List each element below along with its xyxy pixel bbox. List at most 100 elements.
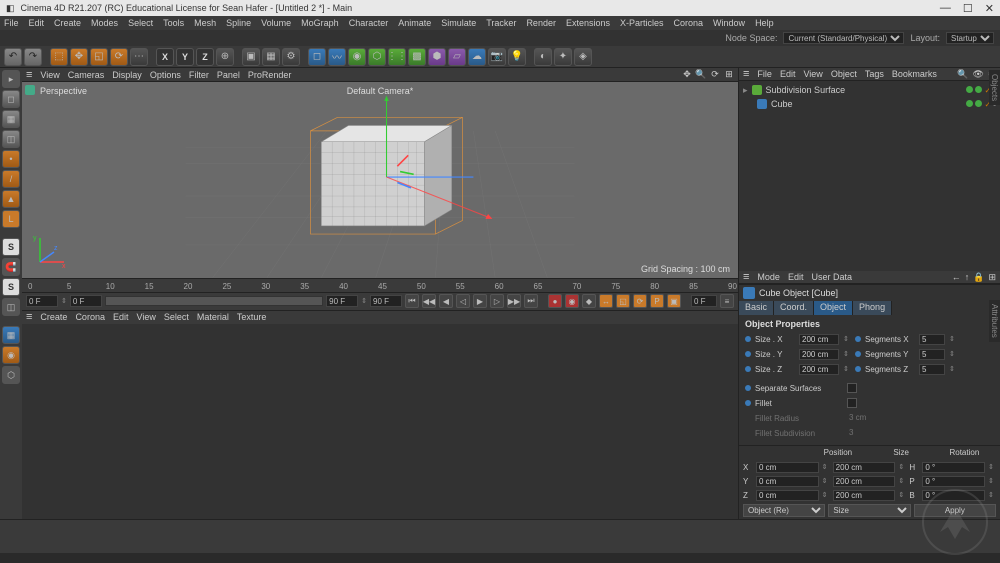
cube-primitive-button[interactable]: ◻ [308,48,326,66]
coord-rot-P[interactable] [922,476,985,487]
seg-x-input[interactable] [919,334,945,345]
objmgr-search-icon[interactable]: 🔍 [957,69,968,80]
next-key-button[interactable]: ▶▶ [507,294,521,308]
goto-start-button[interactable]: ⏮ [405,294,419,308]
coord-rot-H[interactable] [922,462,985,473]
select-tool[interactable]: ⬚ [50,48,68,66]
menu-simulate[interactable]: Simulate [441,18,476,28]
light-button[interactable]: 💡 [508,48,526,66]
axis-mode-button[interactable]: L [2,210,20,228]
object-row[interactable]: Cube✓▪ [743,97,996,111]
autokey-button[interactable]: ◉ [565,294,579,308]
make-editable-button[interactable]: ▸ [2,70,20,88]
side-tab-attributes[interactable]: Attributes [989,300,1000,342]
end-range-input[interactable] [370,295,402,307]
attr-mode-menu[interactable]: Mode [757,272,780,282]
objmgr-view-menu[interactable]: View [803,69,822,79]
snap-s1-button[interactable]: S [2,238,20,256]
object-row[interactable]: ▸Subdivision Surface✓▪ [743,83,996,97]
view-menu-cameras[interactable]: Cameras [68,70,105,80]
menu-tracker[interactable]: Tracker [486,18,516,28]
pos-key-button[interactable]: ↔ [599,294,613,308]
mat-edit-menu[interactable]: Edit [113,312,129,322]
size-z-input[interactable] [799,364,839,375]
minimize-icon[interactable]: — [940,2,951,15]
menu-spline[interactable]: Spline [226,18,251,28]
xp-button-3[interactable]: ⬡ [2,366,20,384]
play-button[interactable]: ▶ [473,294,487,308]
view-menu-display[interactable]: Display [112,70,142,80]
extra3-button[interactable]: ◈ [574,48,592,66]
extra1-button[interactable]: ◐ [534,48,552,66]
nodespace-select[interactable]: Current (Standard/Physical) [783,32,904,44]
fillet-checkbox[interactable] [847,398,857,408]
menu-corona[interactable]: Corona [674,18,704,28]
extra2-button[interactable]: ✦ [554,48,572,66]
separate-surfaces-checkbox[interactable] [847,383,857,393]
snap-s2-button[interactable]: S [2,278,20,296]
menu-animate[interactable]: Animate [398,18,431,28]
rot-key-button[interactable]: ⟳ [633,294,647,308]
viewport-maximize-icon[interactable]: ⊞ [724,70,734,80]
timeline-ruler[interactable]: 051015202530354045505560657075808590 [22,278,738,292]
menu-volume[interactable]: Volume [261,18,291,28]
attr-tab-basic[interactable]: Basic [739,301,774,315]
menu-render[interactable]: Render [526,18,556,28]
generator-button[interactable]: ⬡ [368,48,386,66]
view-menu-filter[interactable]: Filter [189,70,209,80]
objmgr-file-menu[interactable]: File [757,69,772,79]
axis-x-toggle[interactable]: X [156,48,174,66]
mat-view-menu[interactable]: View [136,312,155,322]
size-x-input[interactable] [799,334,839,345]
seg-y-input[interactable] [919,349,945,360]
maximize-icon[interactable]: ☐ [963,2,973,15]
play-back-button[interactable]: ◁ [456,294,470,308]
polygon-mode-button[interactable]: ▲ [2,190,20,208]
render-view-button[interactable]: ▣ [242,48,260,66]
seg-z-input[interactable] [919,364,945,375]
end-frame-input[interactable] [326,295,358,307]
view-menu-view[interactable]: View [40,70,59,80]
objmgr-eye-icon[interactable]: 👁 [972,69,983,80]
attr-lock-icon[interactable]: 🔒 [973,272,984,283]
attr-userdata-menu[interactable]: User Data [811,272,852,282]
texture-mode-button[interactable]: ▦ [2,110,20,128]
current-frame-input[interactable] [691,295,717,307]
prev-key-button[interactable]: ◀◀ [422,294,436,308]
menu-tools[interactable]: Tools [163,18,184,28]
pla-key-button[interactable]: ▣ [667,294,681,308]
volume-button[interactable]: ▩ [408,48,426,66]
snap-icon-button[interactable]: 🧲 [2,258,20,276]
viewport-rotate-icon[interactable]: ⟳ [710,70,720,80]
attr-tab-object[interactable]: Object [814,301,853,315]
coord-system-button[interactable]: ⊕ [216,48,234,66]
axis-z-toggle[interactable]: Z [196,48,214,66]
attr-new-icon[interactable]: ⊞ [988,272,996,283]
viewport-zoom-icon[interactable]: 🔍 [696,70,706,80]
mat-material-menu[interactable]: Material [197,312,229,322]
menu-edit[interactable]: Edit [29,18,45,28]
render-settings-button[interactable]: ⚙ [282,48,300,66]
field-button[interactable]: ⬢ [428,48,446,66]
coord-pos-Z[interactable] [756,490,819,501]
coord-mode2-select[interactable]: Size [828,504,910,517]
snap-workplane-button[interactable]: ◫ [2,298,20,316]
menu-window[interactable]: Window [713,18,745,28]
menu-create[interactable]: Create [54,18,81,28]
cloner-button[interactable]: ⋮⋮ [388,48,406,66]
objmgr-tags-menu[interactable]: Tags [865,69,884,79]
menu-modes[interactable]: Modes [91,18,118,28]
redo-button[interactable]: ↷ [24,48,42,66]
spline-button[interactable]: 〰 [328,48,346,66]
viewport[interactable]: Perspective Default Camera* Grid Spacing… [22,82,738,278]
menu-help[interactable]: Help [755,18,774,28]
coord-size-Z[interactable] [833,490,896,501]
goto-end-button[interactable]: ⏭ [524,294,538,308]
axis-y-toggle[interactable]: Y [176,48,194,66]
mat-create-menu[interactable]: Create [40,312,67,322]
subdivision-button[interactable]: ◉ [348,48,366,66]
viewport-nav-icon[interactable]: ✥ [682,70,692,80]
recent-tool[interactable]: ⋯ [130,48,148,66]
start-range-input[interactable] [70,295,102,307]
coord-size-X[interactable] [833,462,896,473]
